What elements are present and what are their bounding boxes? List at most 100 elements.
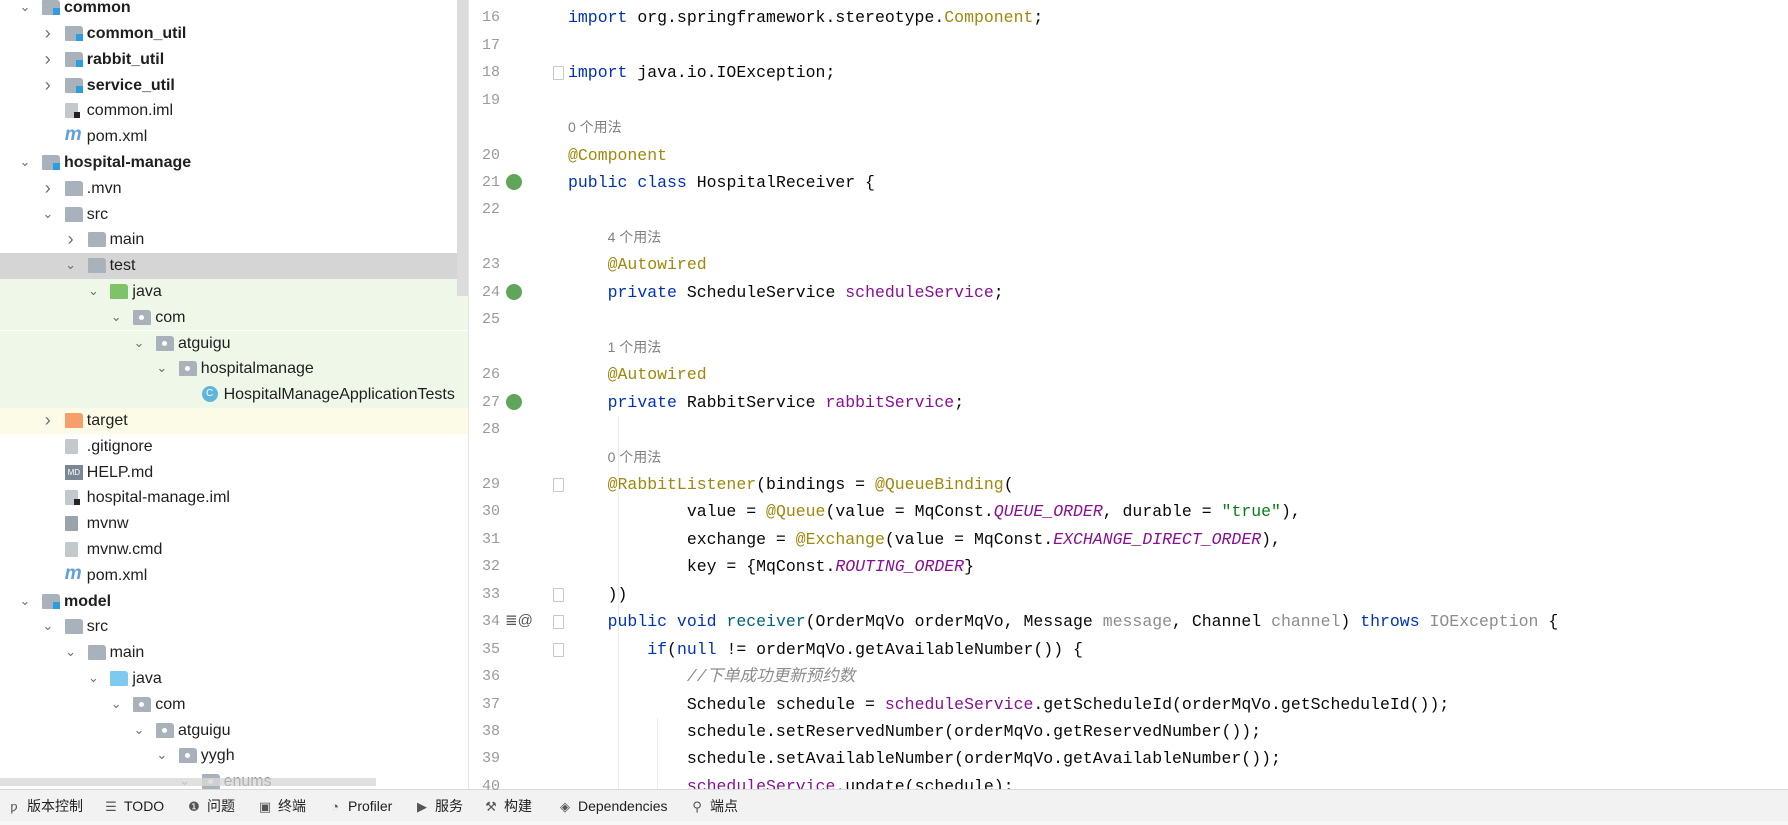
chevron-down-icon[interactable]: ⌄	[86, 669, 100, 687]
chevron-down-icon[interactable]: ⌄	[109, 695, 123, 713]
tree-item[interactable]: ⌄ src	[0, 614, 468, 640]
tree-item[interactable]: ⌄ model	[0, 589, 468, 615]
tree-item[interactable]: ⌄ yygh	[0, 743, 468, 769]
code-line[interactable]: @Component	[553, 142, 1788, 169]
toolbar-button-problems[interactable]: ❶ 问题	[186, 790, 235, 822]
code-line[interactable]: ))	[553, 581, 1788, 608]
code-line[interactable]	[553, 306, 1788, 333]
code-line[interactable]	[553, 196, 1788, 223]
chevron-right-icon[interactable]: ›	[41, 179, 55, 197]
chevron-down-icon[interactable]: ⌄	[132, 334, 146, 352]
code-line[interactable]: public class HospitalReceiver {	[553, 169, 1788, 196]
chevron-right-icon[interactable]: ›	[41, 76, 55, 94]
code-line[interactable]	[553, 32, 1788, 59]
fold-marker-icon[interactable]	[553, 477, 564, 492]
code-editor[interactable]: import org.springframework.stereotype.Co…	[553, 0, 1788, 789]
chevron-right-icon[interactable]: ›	[41, 50, 55, 68]
tree-item[interactable]: › service_util	[0, 73, 468, 99]
chevron-down-icon[interactable]: ⌄	[109, 308, 123, 326]
tree-item[interactable]: ⌄ hospital-manage	[0, 150, 468, 176]
toolbar-button-version-control[interactable]: ƿ 版本控制	[6, 790, 83, 822]
code-line[interactable]: Schedule schedule = scheduleService.getS…	[553, 691, 1788, 718]
tree-item[interactable]: ⌄ java	[0, 666, 468, 692]
chevron-down-icon[interactable]: ⌄	[18, 0, 32, 16]
chevron-right-icon[interactable]: ›	[41, 411, 55, 429]
chevron-down-icon[interactable]: ⌄	[155, 359, 169, 377]
code-line[interactable]: value = @Queue(value = MqConst.QUEUE_ORD…	[553, 498, 1788, 525]
tree-item[interactable]: C HospitalManageApplicationTests	[0, 382, 468, 408]
code-usage-hint[interactable]: 4 个用法	[553, 224, 1788, 251]
code-line[interactable]: exchange = @Exchange(value = MqConst.EXC…	[553, 526, 1788, 553]
code-usage-hint[interactable]: 0 个用法	[553, 444, 1788, 471]
fold-marker-icon[interactable]	[553, 587, 564, 602]
chevron-down-icon[interactable]: ⌄	[155, 746, 169, 764]
usage-count-hint[interactable]: 4 个用法	[608, 224, 662, 251]
tree-item[interactable]: › main	[0, 227, 468, 253]
chevron-down-icon[interactable]: ⌄	[86, 282, 100, 300]
usage-count-hint[interactable]: 0 个用法	[608, 444, 662, 471]
tree-horizontal-scrollbar[interactable]	[0, 778, 376, 786]
code-line[interactable]: if(null != orderMqVo.getAvailableNumber(…	[553, 636, 1788, 663]
tree-item[interactable]: common.iml	[0, 98, 468, 124]
tree-item[interactable]: › common_util	[0, 21, 468, 47]
chevron-down-icon[interactable]: ⌄	[41, 205, 55, 223]
code-line[interactable]: private RabbitService rabbitService;	[553, 389, 1788, 416]
code-usage-hint[interactable]: 1 个用法	[553, 334, 1788, 361]
code-line[interactable]	[553, 416, 1788, 443]
tree-item[interactable]: m pom.xml	[0, 124, 468, 150]
fold-marker-icon[interactable]	[553, 615, 564, 630]
spring-bean-icon[interactable]	[506, 174, 522, 190]
autowired-navigate-icon[interactable]	[506, 283, 522, 300]
tree-item[interactable]: ⌄ main	[0, 640, 468, 666]
code-line[interactable]: schedule.setReservedNumber(orderMqVo.get…	[553, 718, 1788, 745]
code-line[interactable]: private ScheduleService scheduleService;	[553, 279, 1788, 306]
toolbar-button-profiler[interactable]: ◔ Profiler	[327, 790, 392, 822]
autowired-navigate-icon[interactable]	[506, 393, 522, 410]
usage-count-hint[interactable]: 1 个用法	[608, 334, 662, 361]
chevron-down-icon[interactable]: ⌄	[18, 592, 32, 610]
code-line[interactable]: import java.io.IOException;	[553, 59, 1788, 86]
usage-count-hint[interactable]: 0 个用法	[568, 114, 622, 141]
code-line[interactable]: scheduleService.update(schedule);	[553, 773, 1788, 789]
chevron-down-icon[interactable]: ⌄	[41, 617, 55, 635]
toolbar-button-dependencies[interactable]: ◈ Dependencies	[557, 790, 668, 822]
tree-item[interactable]: ⌄ com	[0, 692, 468, 718]
tree-item[interactable]: m pom.xml	[0, 563, 468, 589]
fold-marker-icon[interactable]	[553, 642, 564, 657]
tree-item[interactable]: mvnw.cmd	[0, 537, 468, 563]
code-line[interactable]: key = {MqConst.ROUTING_ORDER}	[553, 553, 1788, 580]
tree-item[interactable]: MD HELP.md	[0, 460, 468, 486]
tree-item[interactable]: ⌄ src	[0, 202, 468, 228]
tree-item[interactable]: .gitignore	[0, 434, 468, 460]
code-line[interactable]: //下单成功更新预约数	[553, 663, 1788, 690]
chevron-right-icon[interactable]: ›	[41, 24, 55, 42]
tree-item[interactable]: ⌄ hospitalmanage	[0, 356, 468, 383]
chevron-down-icon[interactable]: ⌄	[132, 721, 146, 739]
code-line[interactable]: @Autowired	[553, 251, 1788, 278]
tree-item[interactable]: ⌄ atguigu	[0, 718, 468, 744]
chevron-down-icon[interactable]: ⌄	[64, 256, 78, 274]
chevron-down-icon[interactable]: ⌄	[18, 153, 32, 171]
tree-scrollbar[interactable]	[457, 0, 468, 296]
tree-item[interactable]: › .mvn	[0, 176, 468, 202]
code-line[interactable]: @RabbitListener(bindings = @QueueBinding…	[553, 471, 1788, 498]
tree-item[interactable]: › target	[0, 407, 468, 434]
fold-marker-icon[interactable]	[553, 66, 564, 81]
tree-item[interactable]: ⌄ java	[0, 278, 468, 305]
code-line[interactable]: import org.springframework.stereotype.Co…	[553, 4, 1788, 31]
toolbar-button-endpoints[interactable]: ⚲ 端点	[689, 790, 738, 822]
toolbar-button-services[interactable]: ▶ 服务	[414, 790, 463, 822]
chevron-right-icon[interactable]: ›	[64, 230, 78, 248]
tree-item[interactable]: ⌄ com	[0, 304, 468, 331]
tree-item[interactable]: mvnw	[0, 511, 468, 537]
listener-gutter-icon[interactable]: ≣@	[505, 611, 533, 629]
code-usage-hint[interactable]: 0 个用法	[553, 114, 1788, 141]
toolbar-button-terminal[interactable]: ▣ 终端	[257, 790, 306, 822]
toolbar-button-todo-list[interactable]: ☰ TODO	[103, 790, 164, 822]
chevron-down-icon[interactable]: ⌄	[64, 643, 78, 661]
tree-item[interactable]: ⌄ common	[0, 0, 468, 21]
code-line[interactable]: @Autowired	[553, 361, 1788, 388]
tree-item[interactable]: ⌄ test	[0, 253, 468, 279]
tree-item[interactable]: hospital-manage.iml	[0, 485, 468, 511]
code-line[interactable]: schedule.setAvailableNumber(orderMqVo.ge…	[553, 745, 1788, 772]
